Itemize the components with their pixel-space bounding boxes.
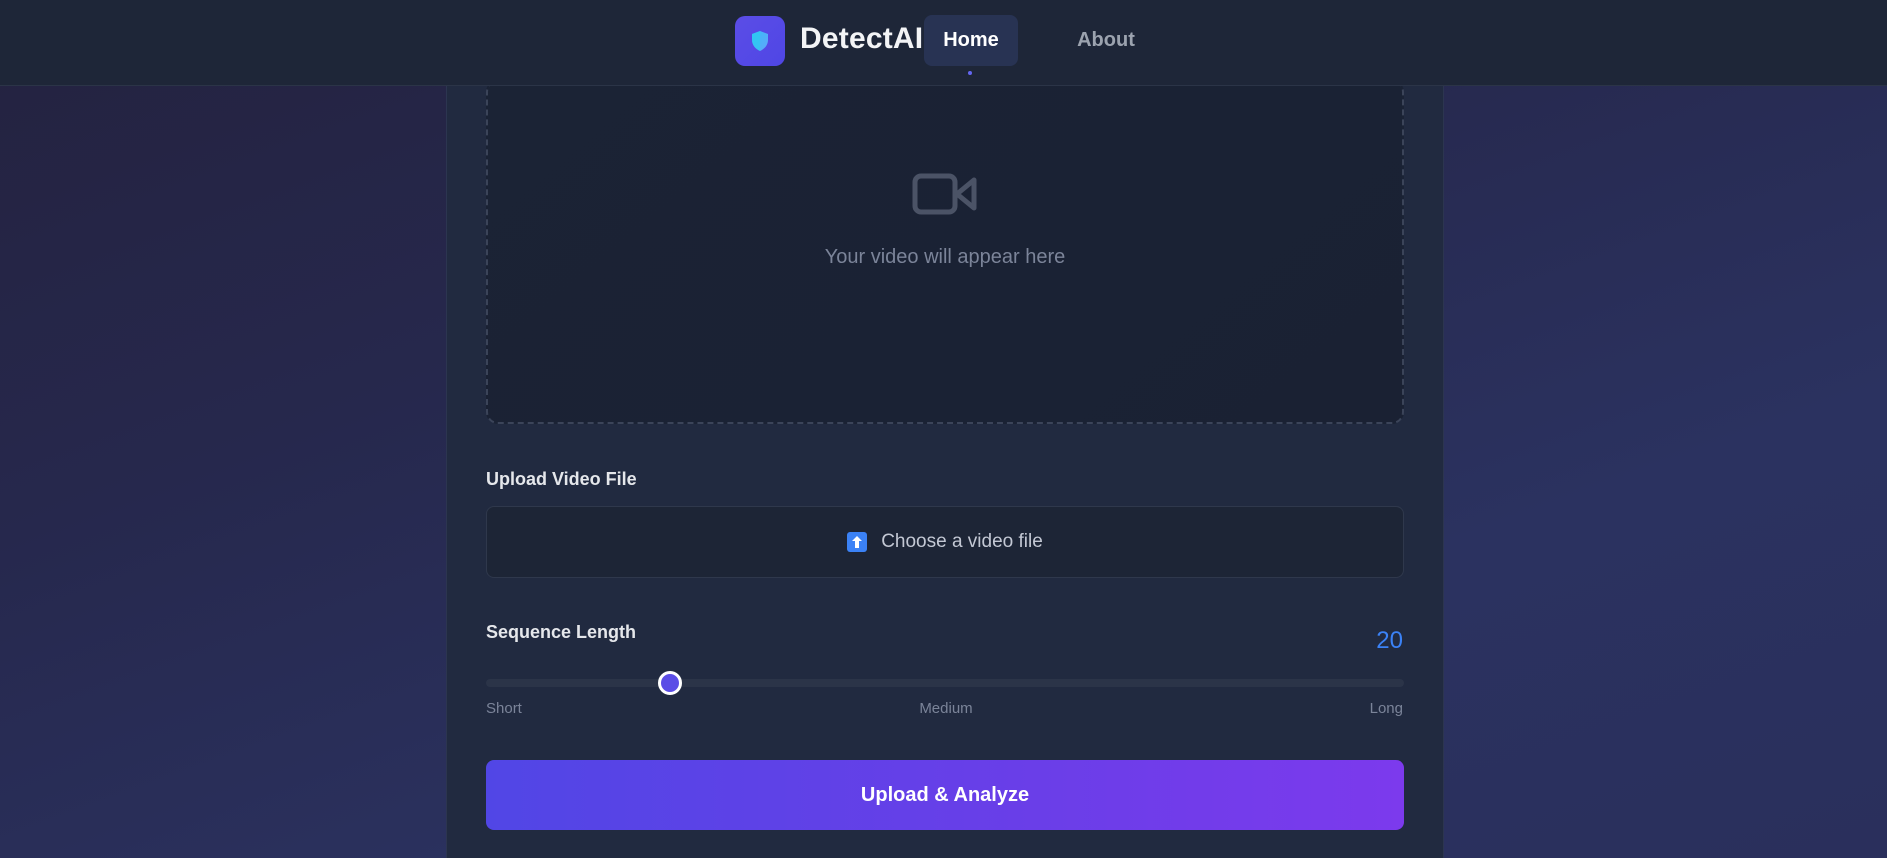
logo[interactable] <box>735 16 785 66</box>
shield-icon <box>752 31 768 51</box>
choose-file-button[interactable]: Choose a video file <box>486 506 1404 578</box>
nav-about[interactable]: About <box>1068 15 1144 66</box>
active-indicator <box>968 71 972 75</box>
sequence-length-value: 20 <box>1376 627 1403 654</box>
brand-name[interactable]: DetectAI <box>800 22 923 56</box>
sequence-length-label: Sequence Length <box>486 622 637 642</box>
slider-label-long: Long <box>1369 700 1403 717</box>
video-placeholder-text: Your video will appear here <box>824 246 1066 268</box>
nav-home[interactable]: Home <box>924 15 1018 66</box>
choose-file-label: Choose a video file <box>881 531 1043 552</box>
top-navbar: DetectAI Home About <box>0 0 1887 86</box>
sequence-slider-thumb[interactable] <box>657 671 682 695</box>
video-camera-icon <box>912 173 977 215</box>
sequence-slider-track[interactable] <box>486 679 1404 687</box>
upload-arrow-icon <box>847 532 868 552</box>
upload-analyze-button[interactable]: Upload & Analyze <box>486 760 1404 830</box>
video-preview-area: Your video will appear here <box>486 80 1404 424</box>
slider-label-medium: Medium <box>919 700 973 717</box>
main-card: Your video will appear here Upload Video… <box>446 80 1444 858</box>
upload-label: Upload Video File <box>486 469 637 489</box>
